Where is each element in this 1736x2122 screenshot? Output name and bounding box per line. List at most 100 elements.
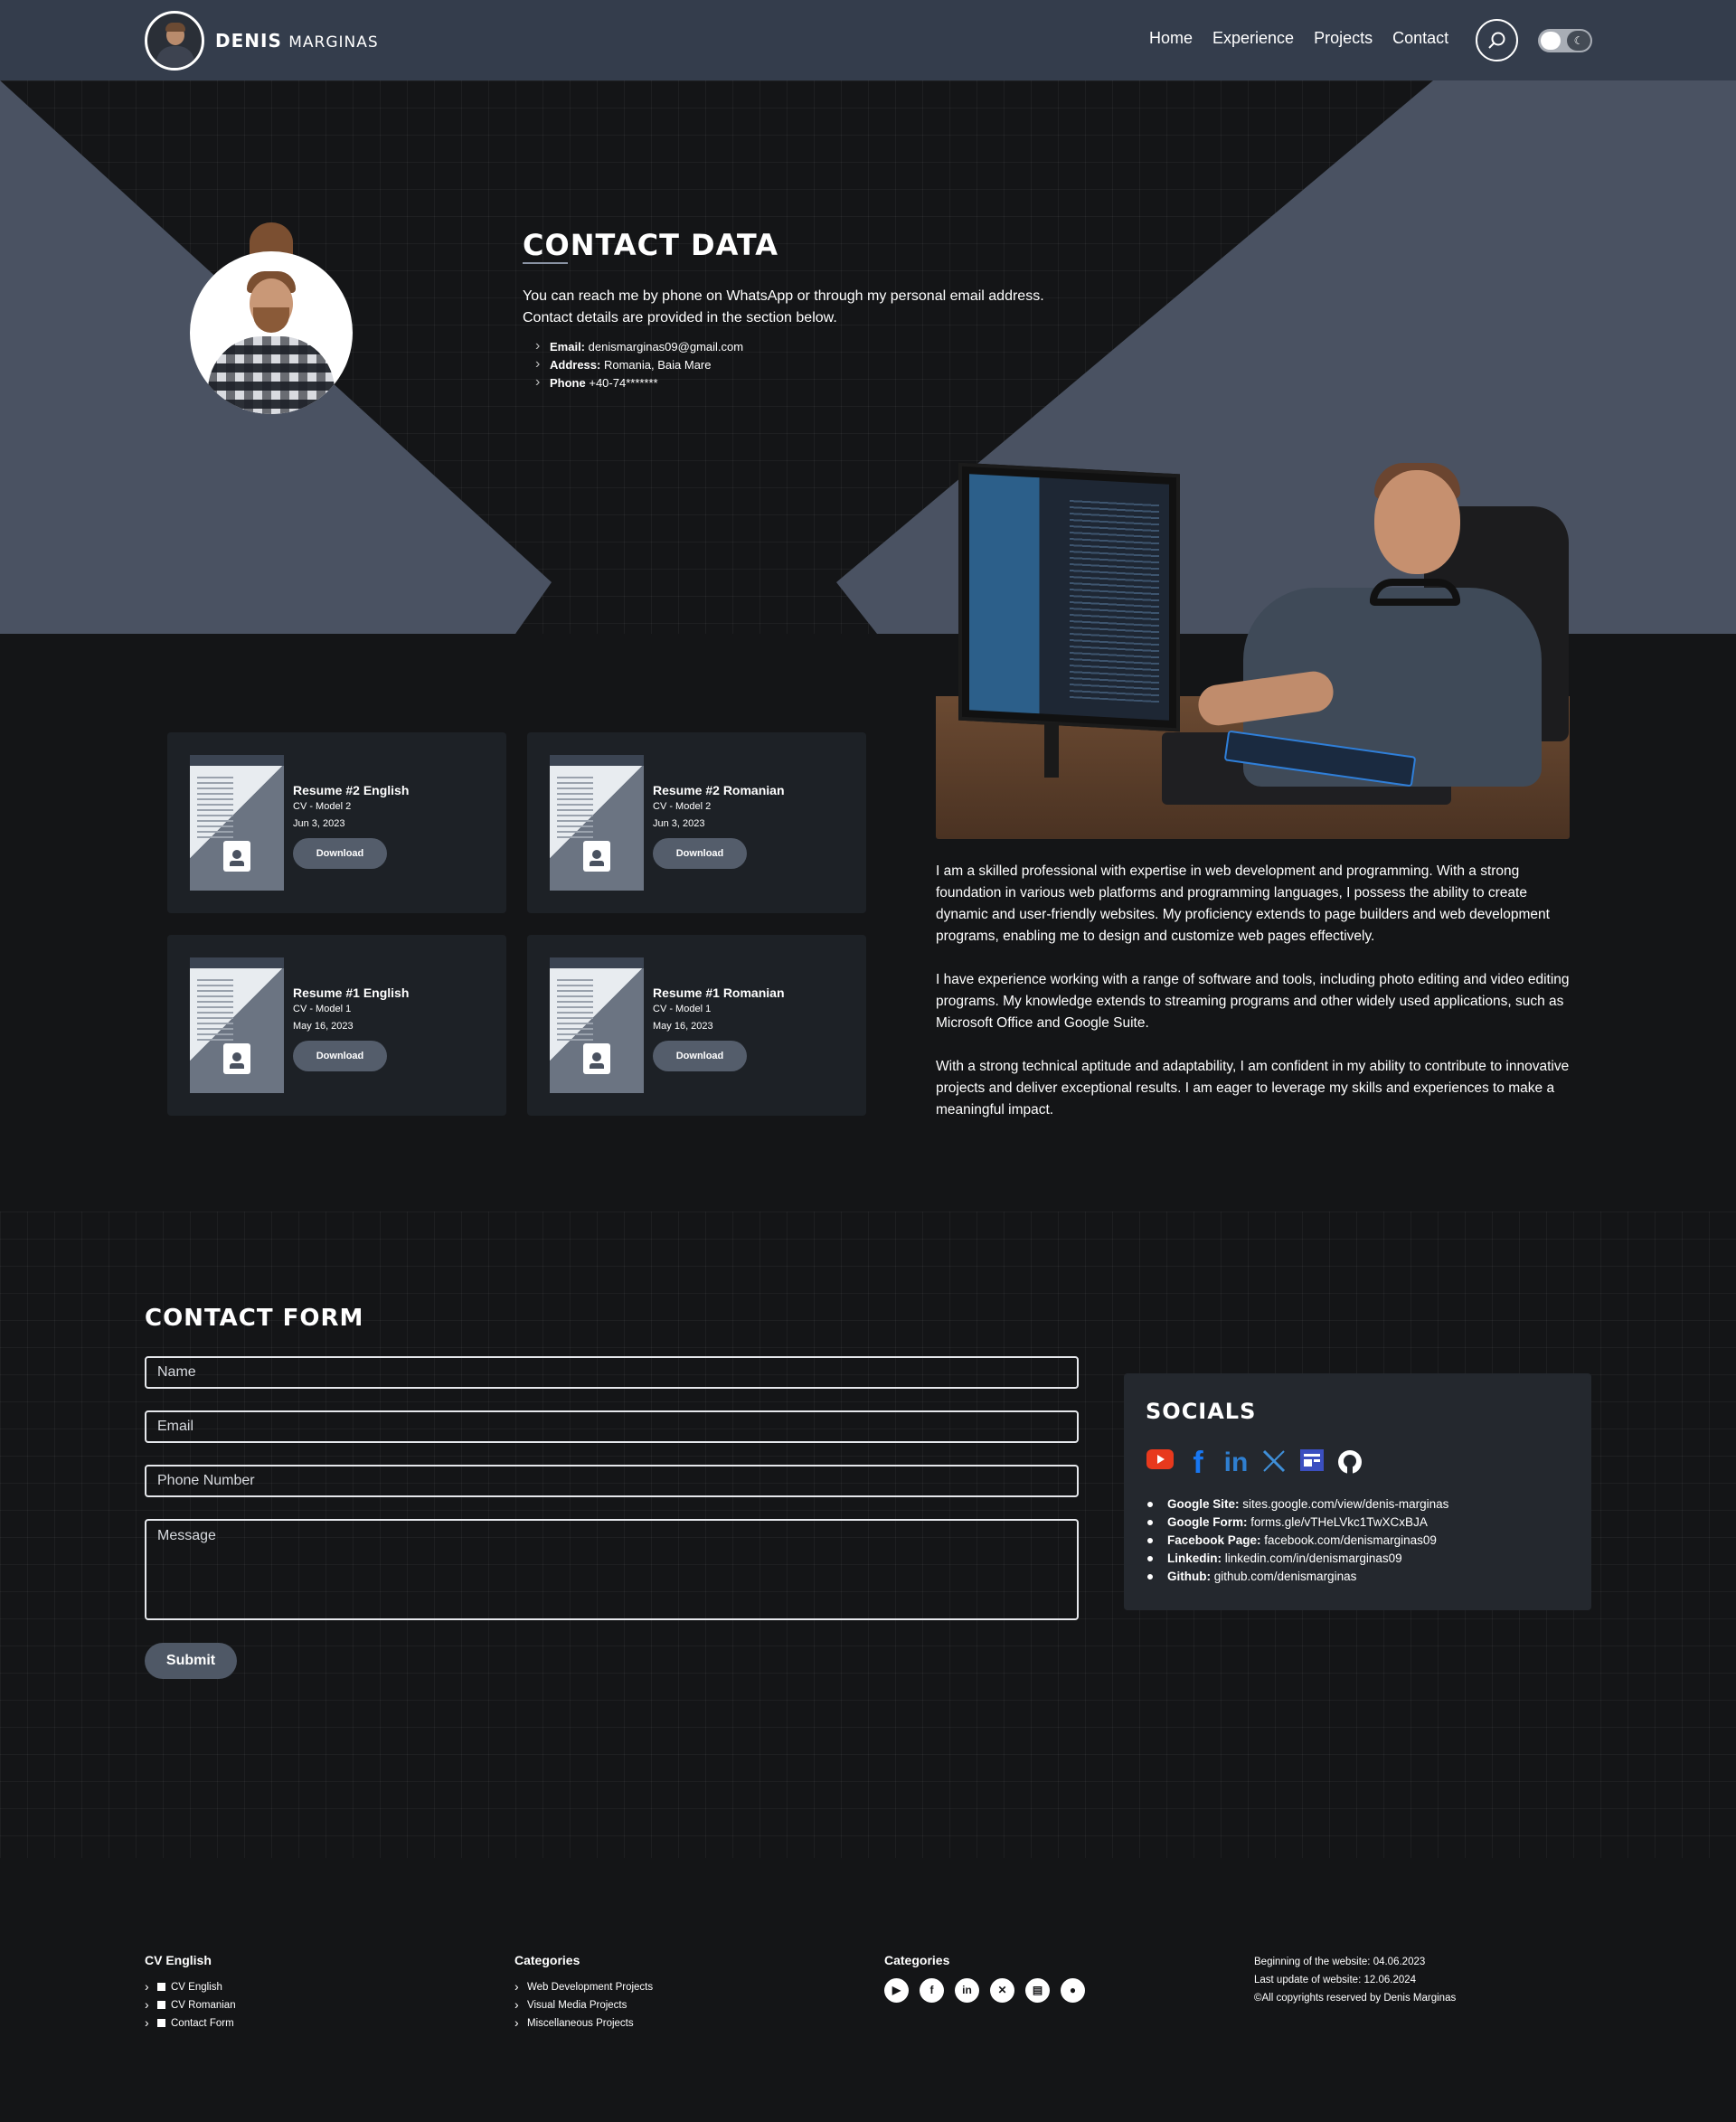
resume-thumbnail [190,755,284,891]
message-field[interactable] [145,1519,1079,1620]
footer-categories-column: Categories Web Development Projects Visu… [514,1953,653,2032]
about-paragraph: I have experience working with a range o… [936,972,1570,1031]
resume-model: CV - Model 2 [293,801,352,812]
workstation-photo [936,452,1570,839]
google-sites-icon[interactable] [1297,1448,1326,1477]
socials-title: Socials [1146,1399,1257,1424]
about-text: I am a skilled professional with experti… [936,861,1578,1143]
download-button[interactable]: Download [653,1041,747,1071]
youtube-icon[interactable]: ▶ [884,1978,909,2003]
nav-experience[interactable]: Experience [1212,29,1294,48]
resume-card: Resume #2 English CV - Model 2 Jun 3, 20… [167,732,506,913]
main-nav: Home Experience Projects Contact [1149,29,1468,48]
google-sites-icon[interactable]: ▤ [1025,1978,1050,2003]
about-paragraph: With a strong technical aptitude and ada… [936,1059,1570,1118]
about-paragraph: I am a skilled professional with experti… [936,863,1550,944]
resume-title: Resume #1 Romanian [653,986,785,1000]
document-icon [157,1983,165,1991]
youtube-icon[interactable] [1146,1448,1175,1477]
resume-thumbnail [190,957,284,1093]
resume-card: Resume #1 Romanian CV - Model 1 May 16, … [527,935,866,1116]
github-icon[interactable]: ● [1061,1978,1085,2003]
contact-address: Address: Romania, Baia Mare [535,355,743,374]
socials-panel: Socials f in Google Site: sites.google.c… [1124,1373,1591,1610]
x-icon[interactable] [1260,1448,1288,1477]
moon-icon: ☾ [1567,31,1590,51]
linkedin-icon[interactable]: in [955,1978,979,2003]
facebook-icon[interactable]: f [920,1978,944,2003]
footer-column-title: CV English [145,1953,212,1967]
resume-thumbnail [550,755,644,891]
site-footer [0,1858,1736,2122]
resume-model: CV - Model 2 [653,801,712,812]
nav-contact[interactable]: Contact [1392,29,1448,48]
footer-info-column: Beginning of the website: 04.06.2023 Las… [1254,1953,1456,2007]
brand-logo[interactable]: Denis Marginas [145,11,379,71]
resume-icon [223,1043,250,1074]
footer-link-cv-english[interactable]: CV English [145,1977,236,1996]
social-link-github[interactable]: Github: github.com/denismarginas [1146,1568,1448,1586]
download-button[interactable]: Download [653,838,747,869]
nav-projects[interactable]: Projects [1314,29,1373,48]
linkedin-icon[interactable]: in [1222,1448,1250,1477]
x-icon[interactable]: ✕ [990,1978,1014,2003]
facebook-icon[interactable]: f [1184,1448,1212,1478]
form-icon [157,2019,165,2027]
footer-column-title: Categories [884,1953,950,1967]
resume-title: Resume #1 English [293,986,410,1000]
resume-thumbnail [550,957,644,1093]
resume-date: Jun 3, 2023 [653,818,705,829]
nav-home[interactable]: Home [1149,29,1193,48]
resume-date: May 16, 2023 [293,1021,354,1032]
download-button[interactable]: Download [293,1041,387,1071]
phone-field[interactable] [145,1465,1079,1497]
social-link-google-form[interactable]: Google Form: forms.gle/vTHeLVkc1TwXCxBJA [1146,1514,1448,1532]
document-icon [157,2001,165,2009]
resume-icon [583,841,610,872]
footer-link-web-dev[interactable]: Web Development Projects [514,1977,653,1996]
search-icon [1488,32,1505,49]
copyright: ©All copyrights reserved by Denis Margin… [1254,1993,1457,2004]
footer-social-column: Categories ▶ f in ✕ ▤ ● [884,1953,1085,2003]
contact-data-title: Contact Data [523,228,778,262]
resume-card: Resume #2 Romanian CV - Model 2 Jun 3, 2… [527,732,866,913]
name-field[interactable] [145,1356,1079,1389]
site-header: Denis Marginas Home Experience Projects … [0,0,1736,80]
resume-icon [583,1043,610,1074]
github-icon[interactable] [1335,1448,1364,1477]
social-link-google-site[interactable]: Google Site: sites.google.com/view/denis… [1146,1495,1448,1514]
footer-link-misc[interactable]: Miscellaneous Projects [514,2014,653,2032]
resume-model: CV - Model 1 [653,1004,712,1014]
resume-icon [223,841,250,872]
contact-email: Email: denismarginas09@gmail.com [535,337,743,356]
footer-link-contact-form[interactable]: Contact Form [145,2014,236,2032]
submit-button[interactable]: Submit [145,1643,237,1679]
resume-title: Resume #2 Romanian [653,783,785,797]
resume-card: Resume #1 English CV - Model 1 May 16, 2… [167,935,506,1116]
email-field[interactable] [145,1410,1079,1443]
download-button[interactable]: Download [293,838,387,869]
contact-intro: You can reach me by phone on WhatsApp or… [523,288,1044,325]
social-icons: f in [1146,1448,1364,1478]
brand-name: Denis Marginas [215,30,379,52]
footer-link-cv-romanian[interactable]: CV Romanian [145,1995,236,2014]
footer-link-visual-media[interactable]: Visual Media Projects [514,1995,653,2014]
title-underline [523,262,568,264]
social-link-facebook[interactable]: Facebook Page: facebook.com/denismargina… [1146,1532,1448,1550]
social-links-list: Google Site: sites.google.com/view/denis… [1146,1495,1448,1586]
footer-social-icons: ▶ f in ✕ ▤ ● [884,1978,1085,2003]
website-last-update: Last update of website: 12.06.2024 [1254,1975,1417,1985]
avatar [145,11,204,71]
social-link-linkedin[interactable]: Linkedin: linkedin.com/in/denismarginas0… [1146,1550,1448,1568]
footer-cv-column: CV English CV English CV Romanian Contac… [145,1953,236,2032]
sun-icon [1541,32,1561,50]
contact-phone: Phone +40-74******* [535,373,743,392]
resume-date: Jun 3, 2023 [293,818,345,829]
resume-date: May 16, 2023 [653,1021,713,1032]
profile-photo [190,251,353,414]
contact-details-list: Email: denismarginas09@gmail.com Address… [535,337,743,392]
search-button[interactable] [1476,19,1518,61]
theme-toggle[interactable]: ☾ [1538,29,1592,52]
website-start-date: Beginning of the website: 04.06.2023 [1254,1957,1426,1967]
resume-title: Resume #2 English [293,783,410,797]
